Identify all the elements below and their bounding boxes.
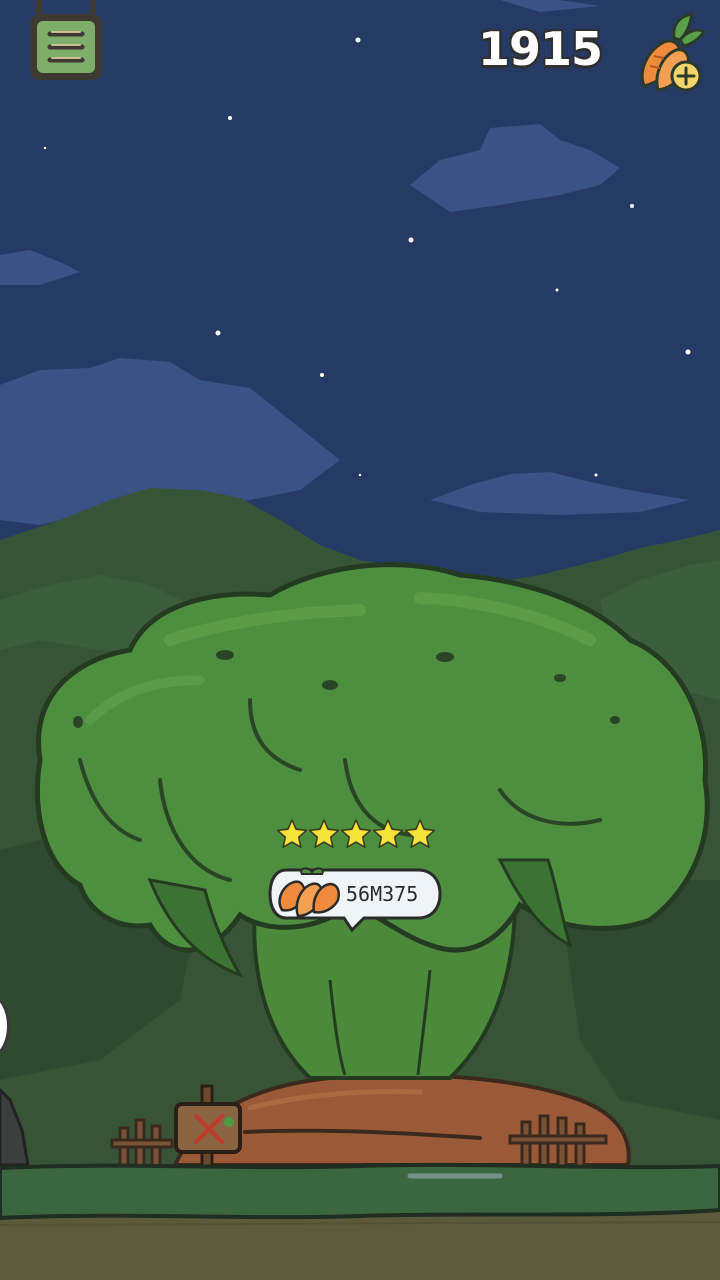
carrot-add-icon[interactable] (630, 10, 708, 96)
star-rating (276, 819, 436, 848)
foreground (0, 1084, 720, 1280)
harvest-amount: 56M375 (346, 882, 419, 906)
star-icon (404, 819, 436, 848)
star-icon (308, 819, 340, 848)
star-icon (372, 819, 404, 848)
star-icon (276, 819, 308, 848)
game-scene: 1915 56M375 (0, 0, 720, 1280)
carrot-count: 1915 (477, 22, 603, 76)
fence-right (508, 1114, 608, 1170)
star-icon (340, 819, 372, 848)
menu-board-icon[interactable] (28, 0, 104, 84)
sign-x-icon (174, 1084, 242, 1168)
fence-left (110, 1118, 174, 1172)
